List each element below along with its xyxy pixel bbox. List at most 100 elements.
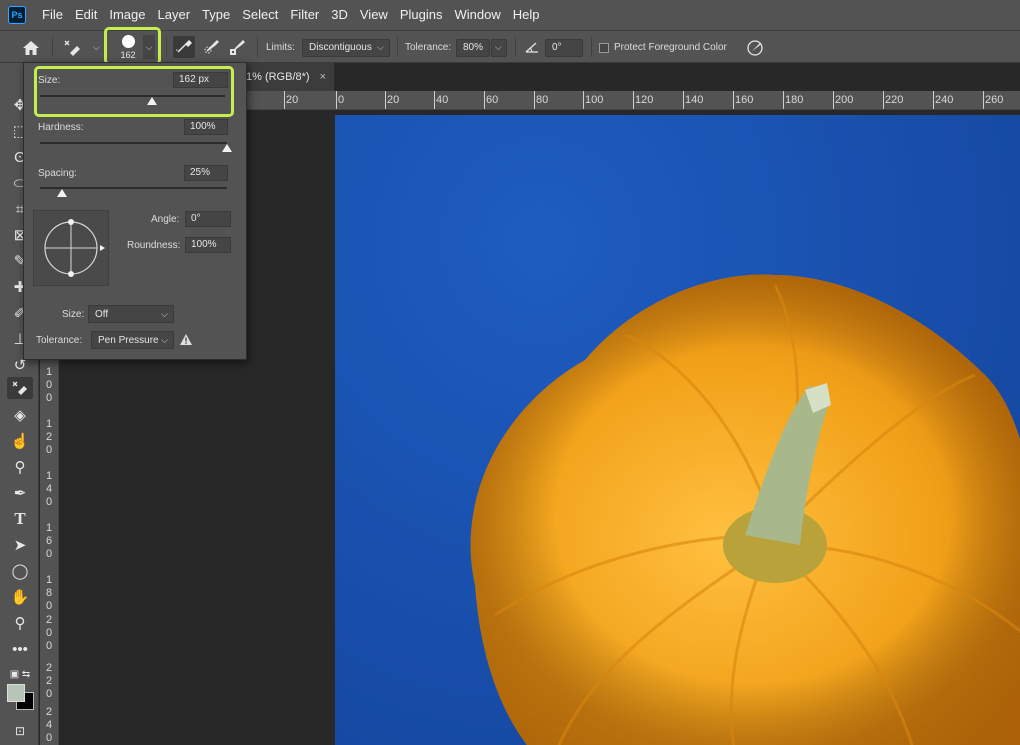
menu-plugins[interactable]: Plugins	[394, 0, 449, 30]
ruler-label: 20	[286, 94, 299, 106]
brush-size-value: 162	[120, 49, 136, 60]
tolerance-value: 80%	[463, 42, 484, 53]
ruler-label: 120	[45, 418, 53, 456]
background-eraser-tool-button[interactable]	[7, 377, 33, 399]
photoshop-logo: Ps	[8, 6, 26, 24]
ruler-label: 160	[45, 522, 53, 560]
dynamic-tolerance-dropdown[interactable]: Pen Pressure ⌵	[91, 331, 174, 349]
ruler-label: 20	[387, 94, 400, 106]
hand-tool-icon[interactable]: ✋	[7, 586, 33, 608]
brush-tip-icon	[121, 34, 135, 48]
pumpkin-photo[interactable]	[335, 115, 1020, 745]
ruler-label: 220	[45, 662, 53, 700]
angle-input[interactable]: 0°	[185, 211, 231, 227]
smudge-tool-icon[interactable]: ☝	[7, 430, 33, 452]
sampling-background-swatch-icon[interactable]	[226, 36, 248, 58]
quick-mask-icon[interactable]: ⊡	[7, 720, 33, 742]
menu-bar: Ps File Edit Image Layer Type Select Fil…	[0, 0, 1020, 30]
limits-label: Limits:	[266, 42, 295, 53]
protect-foreground-checkbox[interactable]	[599, 42, 609, 53]
menu-filter[interactable]: Filter	[284, 0, 325, 30]
roundness-input[interactable]: 100%	[185, 237, 231, 253]
ellipse-tool-icon[interactable]: ◯	[7, 560, 33, 582]
chevron-down-icon: ⌵	[495, 42, 502, 52]
zoom-tool-icon[interactable]: ⚲	[7, 612, 33, 634]
tolerance-slider-toggle[interactable]: ⌵	[491, 38, 507, 57]
ruler-label: 220	[885, 94, 904, 106]
tolerance-input[interactable]: 80%	[456, 38, 490, 57]
brush-preset-picker[interactable]: 162	[112, 31, 144, 61]
swap-colors-icon[interactable]: ▣ ⇆	[6, 663, 34, 685]
home-icon[interactable]	[20, 37, 42, 59]
hardness-input[interactable]: 100%	[184, 119, 228, 135]
ruler-label: 60	[486, 94, 499, 106]
ruler-label: 80	[536, 94, 549, 106]
type-tool-icon[interactable]: T	[7, 508, 33, 530]
tolerance-label: Tolerance:	[405, 42, 452, 53]
menu-3d[interactable]: 3D	[325, 0, 354, 30]
protect-foreground-label: Protect Foreground Color	[614, 42, 727, 53]
photoshop-window: Ps File Edit Image Layer Type Select Fil…	[0, 0, 1020, 745]
menu-layer[interactable]: Layer	[152, 0, 197, 30]
sampling-continuous-icon[interactable]	[173, 36, 195, 58]
ruler-label: 0	[338, 94, 345, 106]
brush-shape-preview[interactable]	[33, 210, 109, 286]
size-slider-track[interactable]	[40, 95, 225, 97]
menu-edit[interactable]: Edit	[69, 0, 103, 30]
dynamic-size-dropdown[interactable]: Off ⌵	[88, 305, 174, 323]
ruler-label: 240	[935, 94, 954, 106]
brush-preset-chevron-icon[interactable]: ⌵	[143, 35, 155, 59]
menu-select[interactable]: Select	[236, 0, 284, 30]
protect-foreground-option[interactable]: Protect Foreground Color	[599, 31, 727, 64]
ruler-label: 160	[735, 94, 754, 106]
menu-view[interactable]: View	[354, 0, 394, 30]
angle-label: Angle:	[151, 214, 180, 225]
warning-icon	[179, 333, 193, 349]
ruler-label: 200	[835, 94, 854, 106]
menu-type[interactable]: Type	[196, 0, 236, 30]
ruler-label: 100	[45, 366, 53, 404]
spacing-slider-thumb[interactable]	[57, 189, 68, 197]
path-selection-tool-icon[interactable]: ➤	[7, 534, 33, 556]
spacing-slider-track[interactable]	[40, 187, 227, 189]
brush-angle-roundness-icon	[44, 219, 105, 277]
paint-bucket-tool-icon[interactable]: ◈	[7, 404, 33, 426]
hardness-label: Hardness:	[38, 122, 84, 133]
menu-help[interactable]: Help	[507, 0, 546, 30]
background-eraser-tool-icon[interactable]	[60, 37, 84, 59]
sampling-once-icon[interactable]	[200, 36, 222, 58]
hardness-slider-thumb[interactable]	[222, 144, 232, 152]
foreground-color-swatch[interactable]	[7, 684, 25, 702]
options-bar: ⌵ 162 ⌵ Limits: Discontiguous ⌵ Toleranc…	[0, 27, 1020, 65]
pen-tool-icon[interactable]: ✒	[7, 482, 33, 504]
document-tab-label: 1% (RGB/8*)	[246, 71, 310, 83]
tool-preset-chevron-icon[interactable]: ⌵	[88, 31, 100, 64]
angle-field-wrap: 0°	[545, 31, 583, 64]
size-input[interactable]: 162 px	[173, 72, 228, 88]
menu-file[interactable]: File	[36, 0, 69, 30]
pressure-size-icon[interactable]	[744, 37, 766, 59]
brush-angle-value: 0°	[552, 42, 562, 53]
spacing-input[interactable]: 25%	[184, 165, 228, 181]
close-icon[interactable]: ×	[320, 71, 326, 83]
hardness-slider-track[interactable]	[40, 142, 227, 144]
ruler-label: 200	[45, 614, 53, 652]
pumpkin-image	[335, 115, 1020, 745]
limits-dropdown-wrap: Discontiguous ⌵	[302, 31, 390, 64]
chevron-down-icon: ⌵	[161, 308, 168, 319]
dodge-tool-icon[interactable]: ⚲	[7, 456, 33, 478]
menu-window[interactable]: Window	[448, 0, 506, 30]
ruler-label: 100	[585, 94, 604, 106]
menu-image[interactable]: Image	[103, 0, 151, 30]
size-slider-thumb[interactable]	[147, 97, 158, 105]
ruler-label: 180	[785, 94, 804, 106]
dynamic-size-value: Off	[95, 308, 109, 320]
dynamic-tolerance-label: Tolerance:	[36, 335, 83, 346]
ruler-label: 240	[45, 706, 53, 744]
limits-dropdown[interactable]: Discontiguous ⌵	[302, 38, 390, 57]
brush-angle-input[interactable]: 0°	[545, 38, 583, 57]
document-tab[interactable]: 1% (RGB/8*) ×	[240, 63, 335, 91]
more-tools-icon[interactable]: •••	[7, 638, 33, 660]
limits-value: Discontiguous	[309, 42, 372, 53]
spacing-label: Spacing:	[38, 168, 77, 179]
